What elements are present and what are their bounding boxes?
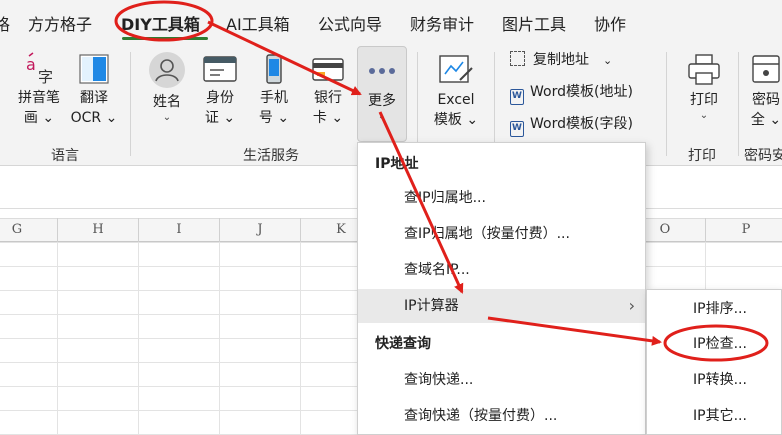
group-divider [417, 52, 418, 156]
copy-icon [510, 51, 525, 66]
column-divider [57, 218, 58, 242]
person-icon [149, 52, 185, 88]
column-header-p[interactable]: P [736, 222, 756, 237]
column-divider [138, 218, 139, 242]
ribbon-tab-bar: 格 方方格子 DIY工具箱 AI工具箱 公式向导 财务审计 图片工具 协作 [0, 0, 782, 44]
group-label-password: 密码安 [744, 148, 782, 164]
word-icon: W [510, 121, 524, 137]
column-divider [705, 218, 706, 242]
group-divider [494, 52, 495, 156]
group-label-language: 语言 [51, 148, 79, 164]
column-header-j[interactable]: J [250, 222, 270, 237]
menu-item-express-paid[interactable]: 查询快递（按量付费）... [358, 399, 645, 433]
tab-collaborate[interactable]: 协作 [594, 11, 626, 35]
word-icon: W [510, 89, 524, 105]
chevron-down-icon: ⌄ [603, 54, 613, 67]
phone-icon [266, 54, 282, 84]
more-dots-icon [369, 68, 395, 74]
translate-ocr-button[interactable]: 翻译 OCR ⌄ [68, 52, 120, 128]
column-divider [219, 218, 220, 242]
printer-icon [688, 54, 720, 85]
active-tab-indicator [122, 37, 208, 40]
tab-formula-wizard[interactable]: 公式向导 [318, 11, 382, 35]
tab-finance-audit[interactable]: 财务审计 [410, 11, 474, 35]
column-divider [300, 218, 301, 242]
more-button[interactable]: 更多 ⌄ [357, 46, 407, 142]
svg-text:字: 字 [38, 68, 53, 86]
password-icon [752, 55, 780, 83]
menu-item-ip-lookup-paid[interactable]: 查IP归属地（按量付费）... [358, 217, 645, 251]
column-header-h[interactable]: H [88, 222, 108, 237]
bank-card-icon [312, 58, 344, 81]
word-template-field-button[interactable]: W Word模板(字段) [510, 114, 633, 137]
bank-card-button[interactable]: 银行 卡 ⌄ [305, 52, 351, 128]
column-header-i[interactable]: I [169, 222, 189, 237]
copy-address-button[interactable]: 复制地址 ⌄ [510, 50, 612, 71]
pinyin-icon: a 字 [26, 52, 53, 86]
password-button[interactable]: 密码 全 ⌄ [746, 52, 782, 130]
menu-item-domain-lookup[interactable]: 查域名IP... [358, 253, 645, 287]
menu-section-express: 快递查询 [375, 336, 431, 352]
group-label-life-services: 生活服务 [243, 148, 299, 164]
chevron-right-icon: › [628, 296, 635, 315]
id-card-button[interactable]: 身份 证 ⌄ [197, 52, 243, 128]
svg-text:a: a [26, 55, 36, 74]
tab-image-tools[interactable]: 图片工具 [502, 11, 566, 35]
submenu-item-ip-convert[interactable]: IP转换... [647, 363, 781, 397]
chevron-down-icon: ⌄ [377, 111, 387, 122]
group-divider [666, 52, 667, 156]
ip-calculator-submenu: IP排序... IP检查... IP转换... IP其它... [646, 289, 782, 435]
tab-ai-toolbox[interactable]: AI工具箱 [226, 11, 290, 35]
word-template-address-button[interactable]: W Word模板(地址) [510, 82, 633, 105]
chevron-down-icon: ⌄ [699, 110, 709, 121]
name-button[interactable]: 姓名 ⌄ [143, 50, 191, 124]
menu-item-ip-calculator[interactable]: IP计算器 › [358, 289, 645, 323]
excel-template-button[interactable]: Excel 模板 ⌄ [428, 52, 484, 130]
translate-icon [79, 54, 109, 84]
column-header-g[interactable]: G [7, 222, 27, 237]
submenu-item-ip-sort[interactable]: IP排序... [647, 292, 781, 326]
tab-partial[interactable]: 格 [0, 11, 10, 35]
group-divider [738, 52, 739, 156]
column-header-k[interactable]: K [331, 222, 351, 237]
tab-fangfang[interactable]: 方方格子 [28, 11, 92, 35]
more-dropdown-menu: IP地址 查IP归属地... 查IP归属地（按量付费）... 查域名IP... … [357, 142, 646, 435]
excel-template-icon [439, 55, 473, 83]
tab-diy-toolbox[interactable]: DIY工具箱 [121, 11, 200, 35]
chevron-down-icon: ⌄ [162, 112, 172, 123]
phone-button[interactable]: 手机 号 ⌄ [252, 52, 296, 128]
menu-item-ip-lookup[interactable]: 查IP归属地... [358, 181, 645, 215]
submenu-item-ip-check[interactable]: IP检查... [647, 327, 781, 361]
id-card-icon [203, 56, 237, 82]
menu-item-express[interactable]: 查询快递... [358, 363, 645, 397]
group-label-print: 打印 [688, 148, 716, 164]
group-divider [130, 52, 131, 156]
submenu-item-ip-other[interactable]: IP其它... [647, 399, 781, 433]
pinyin-stroke-button[interactable]: a 字 拼音笔 画 ⌄ [14, 52, 64, 128]
column-header-o[interactable]: O [655, 222, 675, 237]
menu-section-ip-address: IP地址 [375, 156, 419, 172]
print-button[interactable]: 打印 ⌄ [680, 52, 728, 122]
